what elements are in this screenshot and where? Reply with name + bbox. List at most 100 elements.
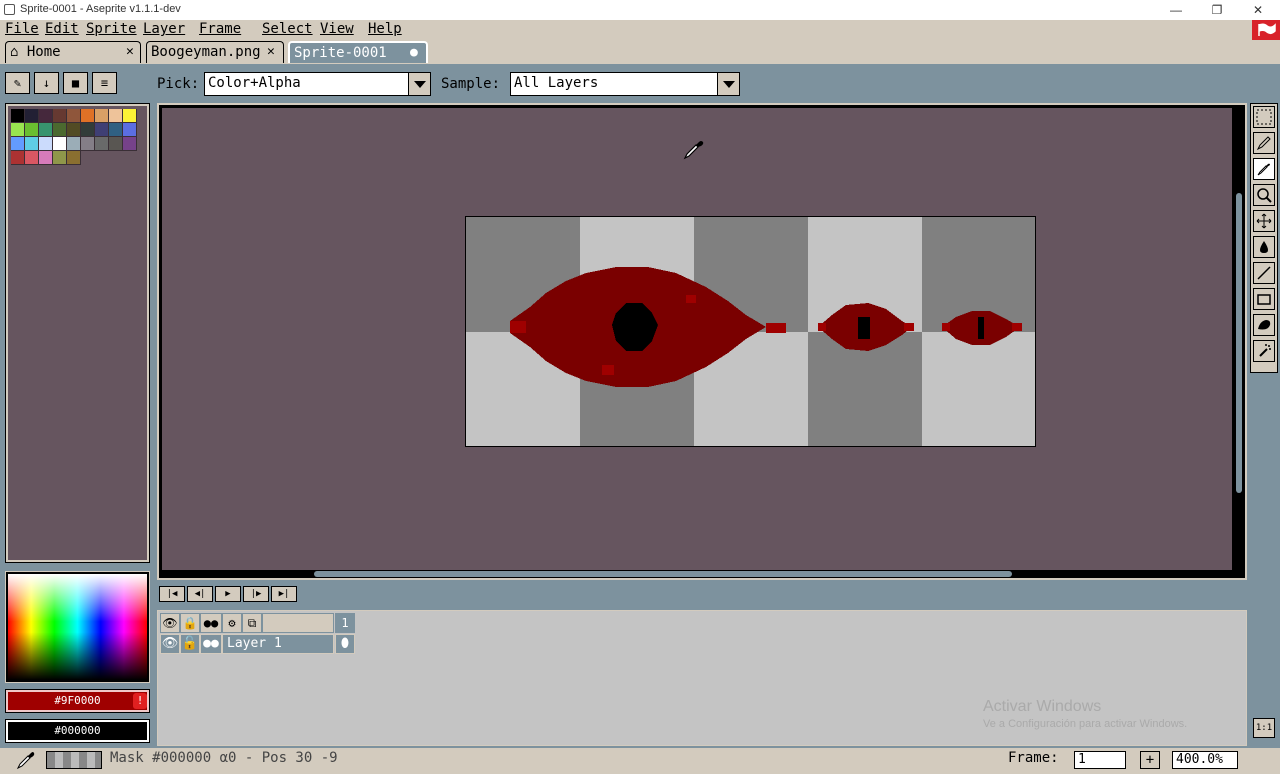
minimize-button[interactable]: — <box>1161 1 1191 19</box>
next-frame-button[interactable]: |▶ <box>243 586 269 602</box>
news-flag-icon[interactable] <box>1252 20 1280 40</box>
edit-icon[interactable]: ✎ <box>5 72 30 94</box>
palette-swatch[interactable] <box>25 151 39 165</box>
lock-icon[interactable]: 🔒 <box>180 613 200 633</box>
foreground-color-button[interactable]: #9F0000 <box>5 689 150 713</box>
modified-dot-icon[interactable]: ● <box>410 45 418 60</box>
palette-swatch[interactable] <box>53 151 67 165</box>
palette-swatch[interactable] <box>109 137 123 151</box>
restore-button[interactable]: ❐ <box>1202 1 1232 19</box>
menu-edit[interactable]: Edit <box>45 21 79 37</box>
background-color-button[interactable]: #000000 <box>5 719 150 743</box>
new-frame-button[interactable]: + <box>1140 751 1160 769</box>
palette-swatch[interactable] <box>39 123 53 137</box>
onion-icon[interactable]: ●● <box>200 613 222 633</box>
tab-sprite-0001[interactable]: Sprite-0001 ● <box>288 41 428 63</box>
menu-frame[interactable]: Frame <box>199 21 241 37</box>
paint-bucket-icon[interactable] <box>1253 236 1275 258</box>
warning-icon[interactable]: ! <box>133 693 147 709</box>
menu-view[interactable]: View <box>320 21 354 37</box>
layer-onion-toggle[interactable]: ●● <box>200 634 222 654</box>
zoom-icon[interactable] <box>1253 184 1275 206</box>
color-spectrum[interactable] <box>5 571 150 683</box>
down-arrow-icon[interactable]: ↓ <box>34 72 59 94</box>
palette-swatch[interactable] <box>39 151 53 165</box>
chevron-down-icon[interactable] <box>717 73 739 95</box>
play-button[interactable]: ▶ <box>215 586 241 602</box>
zoom-input[interactable]: 400.0% <box>1172 751 1238 769</box>
vertical-scrollbar[interactable] <box>1235 108 1243 570</box>
palette-swatch[interactable] <box>109 109 123 123</box>
layer-visibility-toggle[interactable]: 👁 <box>160 634 180 654</box>
palette-swatch[interactable] <box>53 109 67 123</box>
palette-swatch[interactable] <box>25 109 39 123</box>
sprite-canvas[interactable] <box>465 216 1036 447</box>
palette-swatch[interactable] <box>81 109 95 123</box>
palette-swatch[interactable] <box>67 151 81 165</box>
chevron-down-icon[interactable] <box>408 73 430 95</box>
eye-icon[interactable]: 👁 <box>160 613 180 633</box>
horizontal-scrollbar[interactable] <box>162 570 1232 578</box>
pick-select[interactable]: Color+Alpha <box>204 72 431 96</box>
small-pupil <box>978 317 984 339</box>
close-window-button[interactable]: ✕ <box>1243 1 1273 19</box>
palette-swatch[interactable] <box>11 137 25 151</box>
last-frame-button[interactable]: ▶| <box>271 586 297 602</box>
gear-icon[interactable]: ⚙ <box>222 613 242 633</box>
palette-swatch[interactable] <box>53 137 67 151</box>
contour-icon[interactable] <box>1253 314 1275 336</box>
close-icon[interactable]: ✕ <box>267 44 275 59</box>
close-icon[interactable]: ✕ <box>126 44 134 59</box>
tab-boogeyman[interactable]: Boogeyman.png ✕ <box>146 41 284 63</box>
palette-swatch[interactable] <box>123 109 137 123</box>
menu-sprite[interactable]: Sprite <box>86 21 137 37</box>
palette-swatch[interactable] <box>11 151 25 165</box>
rectangle-icon[interactable] <box>1253 288 1275 310</box>
marquee-icon[interactable] <box>1253 106 1275 128</box>
palette-swatch[interactable] <box>123 137 137 151</box>
menu-layer[interactable]: Layer <box>143 21 185 37</box>
first-frame-button[interactable]: |◀ <box>159 586 185 602</box>
palette-swatch[interactable] <box>11 123 25 137</box>
palette-swatch[interactable] <box>123 123 137 137</box>
menu-icon[interactable]: ≡ <box>92 72 117 94</box>
scroll-thumb[interactable] <box>1236 193 1242 493</box>
palette-swatch[interactable] <box>81 123 95 137</box>
menu-help[interactable]: Help <box>368 21 402 37</box>
palette-swatch[interactable] <box>67 137 81 151</box>
menu-select[interactable]: Select <box>262 21 313 37</box>
palette-swatch[interactable] <box>95 109 109 123</box>
palette-swatch[interactable] <box>67 109 81 123</box>
palette-swatch[interactable] <box>39 109 53 123</box>
frame-input[interactable]: 1 <box>1074 751 1126 769</box>
previous-frame-button[interactable]: ◀| <box>187 586 213 602</box>
tab-home[interactable]: ⌂ Home ✕ <box>5 41 141 63</box>
cel-keyframe[interactable]: ⬮ <box>335 634 355 654</box>
spray-icon[interactable] <box>1253 340 1275 362</box>
save-icon[interactable]: ■ <box>63 72 88 94</box>
pencil-icon[interactable] <box>1253 132 1275 154</box>
move-icon[interactable] <box>1253 210 1275 232</box>
palette-swatch[interactable] <box>25 137 39 151</box>
tab-bar: ⌂ Home ✕ Boogeyman.png ✕ Sprite-0001 ● <box>0 40 1280 64</box>
palette-swatch[interactable] <box>81 137 95 151</box>
frame-header[interactable]: 1 <box>335 613 355 633</box>
eyedropper-tool-icon[interactable] <box>1253 158 1275 180</box>
menu-file[interactable]: File <box>5 21 39 37</box>
eye-spot <box>686 295 696 303</box>
palette-swatch[interactable] <box>11 109 25 123</box>
layer-lock-toggle[interactable]: 🔓 <box>180 634 200 654</box>
layer-name[interactable]: Layer 1 <box>222 634 334 654</box>
scroll-thumb[interactable] <box>314 571 1012 577</box>
palette-swatch[interactable] <box>25 123 39 137</box>
palette-swatch[interactable] <box>39 137 53 151</box>
palette-swatch[interactable] <box>95 137 109 151</box>
palette-swatch[interactable] <box>67 123 81 137</box>
link-icon[interactable]: ⧉ <box>242 613 262 633</box>
palette-swatch[interactable] <box>95 123 109 137</box>
palette-swatch[interactable] <box>109 123 123 137</box>
line-icon[interactable] <box>1253 262 1275 284</box>
actual-size-button[interactable]: 1:1 <box>1253 718 1275 738</box>
sample-select[interactable]: All Layers <box>510 72 740 96</box>
palette-swatch[interactable] <box>53 123 67 137</box>
